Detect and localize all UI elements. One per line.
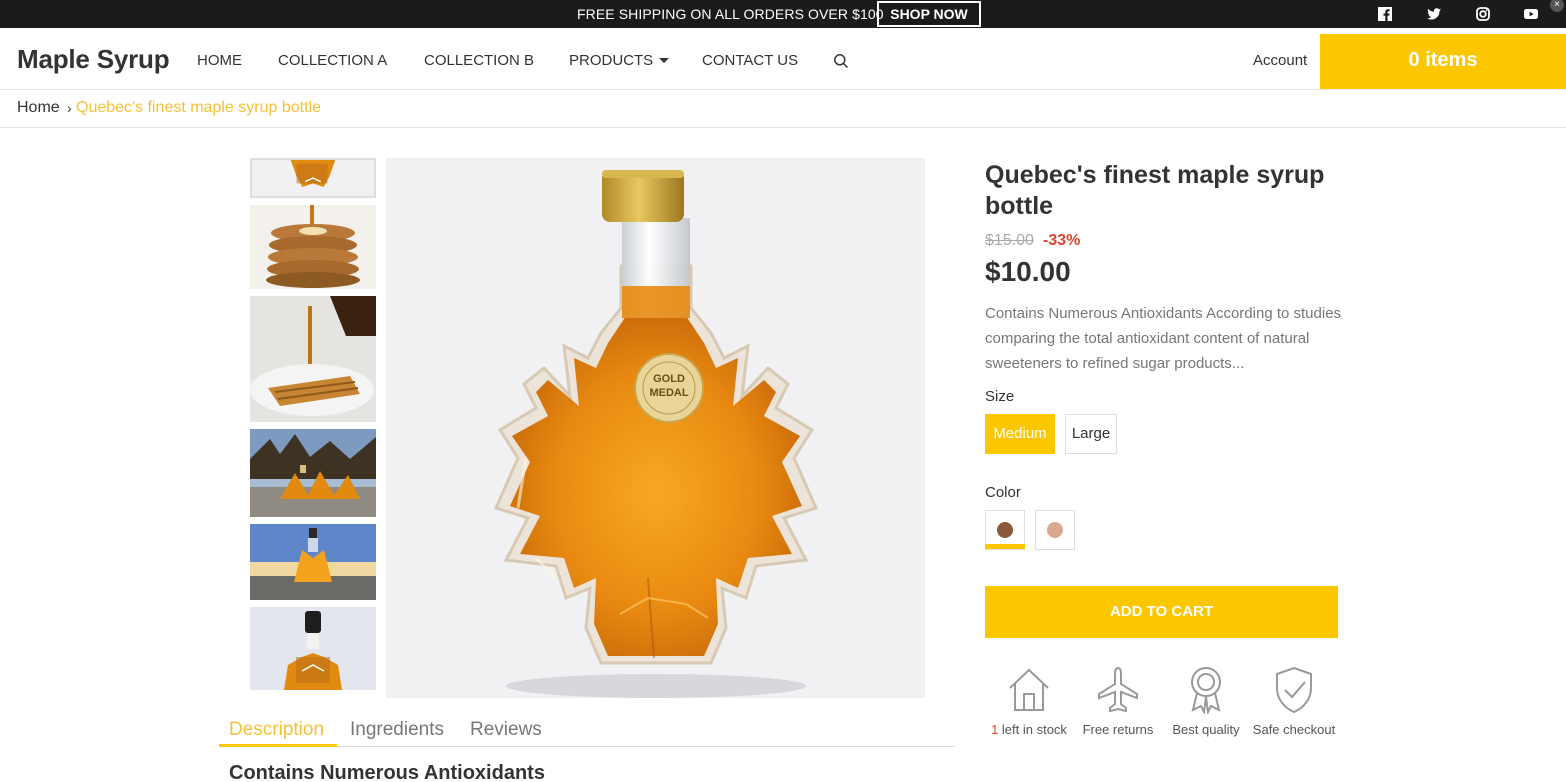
- color-label: Color: [985, 484, 1021, 501]
- nav-products-label: PRODUCTS: [569, 52, 654, 69]
- svg-text:GOLD: GOLD: [653, 373, 685, 385]
- nav-contact-us[interactable]: CONTACT US: [702, 52, 798, 69]
- close-icon[interactable]: ×: [1550, 0, 1564, 12]
- search-icon[interactable]: [833, 53, 849, 69]
- twitter-icon[interactable]: [1426, 6, 1442, 22]
- discount-badge: -33%: [1043, 232, 1081, 249]
- breadcrumb: Home › Quebec's finest maple syrup bottl…: [0, 90, 1566, 128]
- feature-checkout: Safe checkout: [1248, 664, 1340, 737]
- house-icon: [1009, 668, 1049, 711]
- feature-stock: 1 left in stock: [983, 664, 1075, 737]
- site-logo[interactable]: Maple Syrup: [17, 44, 170, 75]
- selected-swatch-indicator: [985, 544, 1025, 549]
- tab-reviews[interactable]: Reviews: [470, 719, 542, 741]
- svg-text:MEDAL: MEDAL: [649, 387, 688, 399]
- account-link[interactable]: Account: [1253, 52, 1307, 69]
- safe-checkout-label: Safe checkout: [1252, 722, 1336, 737]
- size-label: Size: [985, 388, 1015, 405]
- nav-home[interactable]: HOME: [197, 52, 242, 69]
- add-to-cart-button[interactable]: ADD TO CART: [985, 586, 1338, 638]
- feature-returns: Free returns: [1072, 664, 1164, 737]
- sale-price: $10.00: [985, 256, 1071, 287]
- tab-ingredients[interactable]: Ingredients: [350, 719, 444, 741]
- facebook-icon[interactable]: [1377, 6, 1393, 22]
- award-badge-icon: [1191, 667, 1221, 714]
- original-price: $15.00: [985, 232, 1034, 249]
- shipping-message: FREE SHIPPING ON ALL ORDERS OVER $100: [577, 6, 884, 22]
- youtube-icon[interactable]: [1523, 6, 1539, 22]
- product-thumbnail-5[interactable]: [250, 524, 376, 600]
- shield-check-icon: [1276, 666, 1312, 714]
- size-option-large[interactable]: Large: [1065, 414, 1117, 454]
- breadcrumb-current: Quebec's finest maple syrup bottle: [76, 99, 321, 116]
- size-option-medium[interactable]: Medium: [985, 414, 1055, 454]
- product-thumbnail-4[interactable]: [250, 429, 376, 517]
- nav-products[interactable]: PRODUCTS: [569, 52, 670, 69]
- cart-button[interactable]: 0 items: [1320, 34, 1566, 89]
- nav-collection-b[interactable]: COLLECTION B: [424, 52, 534, 69]
- product-description: Contains Numerous Antioxidants According…: [985, 305, 1342, 372]
- nav-collection-a[interactable]: COLLECTION A: [278, 52, 387, 69]
- product-thumbnail-3[interactable]: [250, 296, 376, 422]
- color-swatch-2[interactable]: [1035, 510, 1075, 550]
- free-returns-label: Free returns: [1082, 722, 1154, 737]
- product-thumbnail-1[interactable]: [250, 158, 376, 198]
- color-dot-1: [997, 522, 1013, 538]
- site-header: Maple Syrup HOME COLLECTION A COLLECTION…: [0, 28, 1566, 90]
- breadcrumb-home[interactable]: Home: [17, 99, 60, 117]
- stock-text: left in stock: [998, 722, 1067, 737]
- product-thumbnail-6[interactable]: [250, 607, 376, 690]
- chevron-down-icon: [659, 58, 670, 63]
- instagram-icon[interactable]: [1475, 6, 1491, 22]
- product-thumbnail-2[interactable]: [250, 205, 376, 289]
- product-title: Quebec's finest maple syrup bottle: [985, 161, 1325, 220]
- airplane-icon: [1098, 666, 1138, 713]
- announcement-bar: FREE SHIPPING ON ALL ORDERS OVER $100 SH…: [0, 0, 1566, 28]
- tab-description[interactable]: Description: [229, 719, 324, 741]
- breadcrumb-separator: ›: [67, 100, 72, 116]
- description-heading: Contains Numerous Antioxidants: [229, 762, 545, 782]
- product-main-image[interactable]: GOLD MEDAL: [386, 158, 925, 698]
- active-tab-indicator: [219, 744, 337, 747]
- shop-now-button[interactable]: SHOP NOW: [877, 1, 981, 27]
- feature-quality: Best quality: [1160, 664, 1252, 737]
- best-quality-label: Best quality: [1172, 722, 1240, 737]
- color-dot-2: [1047, 522, 1063, 538]
